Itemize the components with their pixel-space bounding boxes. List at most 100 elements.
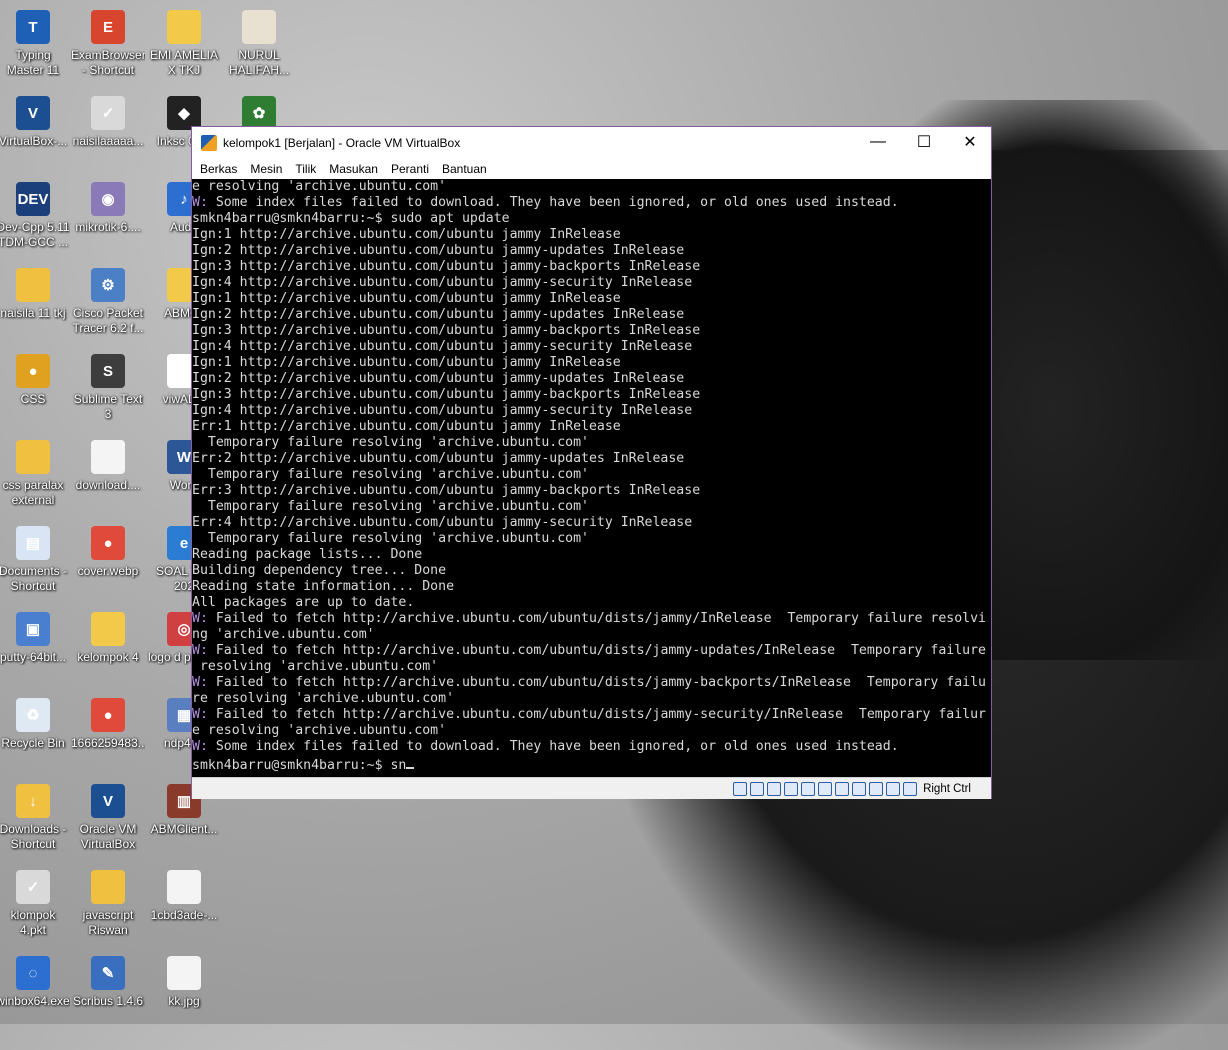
desktop-icon-image [167,10,201,44]
desktop-icon-label: VirtualBox-... [0,134,68,148]
terminal-text: Some index files failed to download. The… [207,195,899,210]
usb-icon[interactable] [801,781,816,796]
terminal-line: W: Failed to fetch http://archive.ubuntu… [192,675,991,691]
shared-folders-icon[interactable] [818,781,833,796]
desktop-icon-label: 1cbd3ade-... [150,908,218,922]
desktop-icon-label: kk.jpg [168,994,200,1008]
desktop-icon[interactable]: kelompok 4 [71,606,145,665]
desktop-icon-image: E [91,10,125,44]
warning-prefix: W: [192,675,208,690]
desktop-icon-image: T [16,10,50,44]
desktop-icon-image: ● [91,526,125,560]
desktop-icon-image: S [91,354,125,388]
menu-item[interactable]: Bantuan [442,162,487,176]
desktop-icon-label: ExamBrowser - Shortcut [71,48,145,77]
desktop-icon-label: Cisco Packet Tracer 6.2 f... [72,306,144,335]
desktop-icon[interactable]: 1cbd3ade-... [147,864,221,923]
title-bar[interactable]: kelompok1 [Berjalan] - Oracle VM Virtual… [192,127,991,159]
desktop-icon-label: putty-64bit... [0,650,67,664]
terminal-text: Ign:1 http://archive.ubuntu.com/ubuntu j… [192,291,621,306]
host-key-label: Right Ctrl [923,782,971,795]
audio-icon[interactable] [767,781,782,796]
keyboard-icon[interactable] [903,781,918,796]
virtualbox-window[interactable]: kelompok1 [Berjalan] - Oracle VM Virtual… [191,126,992,799]
terminal-line: Ign:1 http://archive.ubuntu.com/ubuntu j… [192,227,991,243]
terminal-text: Failed to fetch http://archive.ubuntu.co… [207,643,986,658]
mouse-integration-icon[interactable] [886,781,901,796]
terminal-line: smkn4barru@smkn4barru:~$ sn [192,755,991,773]
cpu-icon[interactable] [869,781,884,796]
desktop-icon[interactable]: ▣ putty-64bit... [0,606,70,665]
desktop-icon[interactable]: NURUL HALIFAH... [222,4,296,78]
network-icon[interactable] [784,781,799,796]
terminal-text: Temporary failure resolving 'archive.ubu… [192,499,589,514]
desktop-icon[interactable]: E ExamBrowser - Shortcut [71,4,145,78]
terminal-line: Ign:3 http://archive.ubuntu.com/ubuntu j… [192,387,991,403]
close-button[interactable]: ✕ [947,127,993,157]
terminal-text: smkn4barru@smkn4barru:~$ sn [192,758,407,773]
warning-prefix: W: [192,739,208,754]
desktop-icon-label: NURUL HALIFAH... [228,48,290,77]
desktop-icon[interactable]: ✓ naisilaaaaa... [71,90,145,149]
maximize-button[interactable]: ☐ [901,127,947,157]
desktop-icon[interactable]: S Sublime Text 3 [71,348,145,422]
desktop-icon[interactable]: DEV Dev-Cpp 5.11 TDM-GCC ... [0,176,70,250]
desktop-icon[interactable]: ✎ Scribus 1.4.6 [71,950,145,1009]
terminal-text: Ign:1 http://archive.ubuntu.com/ubuntu j… [192,355,621,370]
desktop-icon-image: ▣ [16,612,50,646]
desktop-icon[interactable]: javascript Riswan [71,864,145,938]
desktop-icon-label: winbox64.exe [0,994,70,1008]
minimize-button[interactable]: — [855,127,901,157]
desktop-icon[interactable]: ▤ Documents - Shortcut [0,520,70,594]
terminal-line: Err:2 http://archive.ubuntu.com/ubuntu j… [192,451,991,467]
menu-item[interactable]: Peranti [391,162,429,176]
desktop-icon[interactable]: V VirtualBox-... [0,90,70,149]
display-icon[interactable] [835,781,850,796]
menu-item[interactable]: Tilik [295,162,316,176]
optical-drive-icon[interactable] [750,781,765,796]
desktop-icon[interactable]: ● cover.webp [71,520,145,579]
desktop-icon[interactable]: T Typing Master 11 [0,4,70,78]
desktop-icon[interactable]: ◉ mikrotik-6.... [71,176,145,235]
virtualbox-app-icon [201,135,217,151]
desktop-icon[interactable]: ♻ Recycle Bin [0,692,70,751]
terminal-text: Err:1 http://archive.ubuntu.com/ubuntu j… [192,419,621,434]
desktop-icon[interactable]: css paralax external [0,434,70,508]
desktop-icon-image: DEV [16,182,50,216]
desktop-icon[interactable]: EMI AMELIA X TKJ [147,4,221,78]
desktop-icon[interactable]: V Oracle VM VirtualBox [71,778,145,852]
desktop-icon-label: Dev-Cpp 5.11 TDM-GCC ... [0,220,70,249]
desktop-icon-label: Sublime Text 3 [73,392,143,421]
menu-item[interactable]: Berkas [200,162,237,176]
desktop-icon[interactable]: ✓ klompok 4.pkt [0,864,70,938]
desktop-icon-label: Typing Master 11 [6,48,60,77]
terminal-text: Reading state information... Done [192,579,455,594]
terminal-text: Ign:4 http://archive.ubuntu.com/ubuntu j… [192,275,693,290]
terminal-text: Some index files failed to download. The… [207,739,899,754]
desktop-icon[interactable]: ↓ Downloads - Shortcut [0,778,70,852]
desktop-icon-label: naisilaaaaa... [72,134,144,148]
terminal-text: Ign:2 http://archive.ubuntu.com/ubuntu j… [192,371,685,386]
desktop-icon[interactable]: ◌ winbox64.exe [0,950,70,1009]
terminal-screen[interactable]: e resolving 'archive.ubuntu.com' W: Some … [192,179,991,777]
terminal-text: e resolving 'archive.ubuntu.com' [192,179,447,194]
terminal-line: W: Some index files failed to download. … [192,195,991,211]
desktop-icon-label: kelompok 4 [77,650,139,664]
terminal-text: Ign:1 http://archive.ubuntu.com/ubuntu j… [192,227,621,242]
desktop-icon[interactable]: ● CSS [0,348,70,407]
desktop-icon-image: ● [16,354,50,388]
desktop-icon[interactable]: ● 1666259483.... [71,692,145,751]
terminal-line: Ign:3 http://archive.ubuntu.com/ubuntu j… [192,323,991,339]
hard-disk-icon[interactable] [733,781,748,796]
desktop-icon[interactable]: naisila 11 tkj [0,262,70,321]
terminal-text: Temporary failure resolving 'archive.ubu… [192,531,589,546]
video-capture-icon[interactable] [852,781,867,796]
menu-item[interactable]: Masukan [329,162,378,176]
menu-bar: Berkas Mesin Tilik Masukan Peranti Bantuan [192,159,991,179]
desktop-icon[interactable]: download.... [71,434,145,493]
desktop-icon-label: Scribus 1.4.6 [72,994,144,1008]
menu-item[interactable]: Mesin [250,162,282,176]
desktop-icon-image [91,612,125,646]
desktop-icon[interactable]: kk.jpg [147,950,221,1009]
desktop-icon[interactable]: ⚙ Cisco Packet Tracer 6.2 f... [71,262,145,336]
